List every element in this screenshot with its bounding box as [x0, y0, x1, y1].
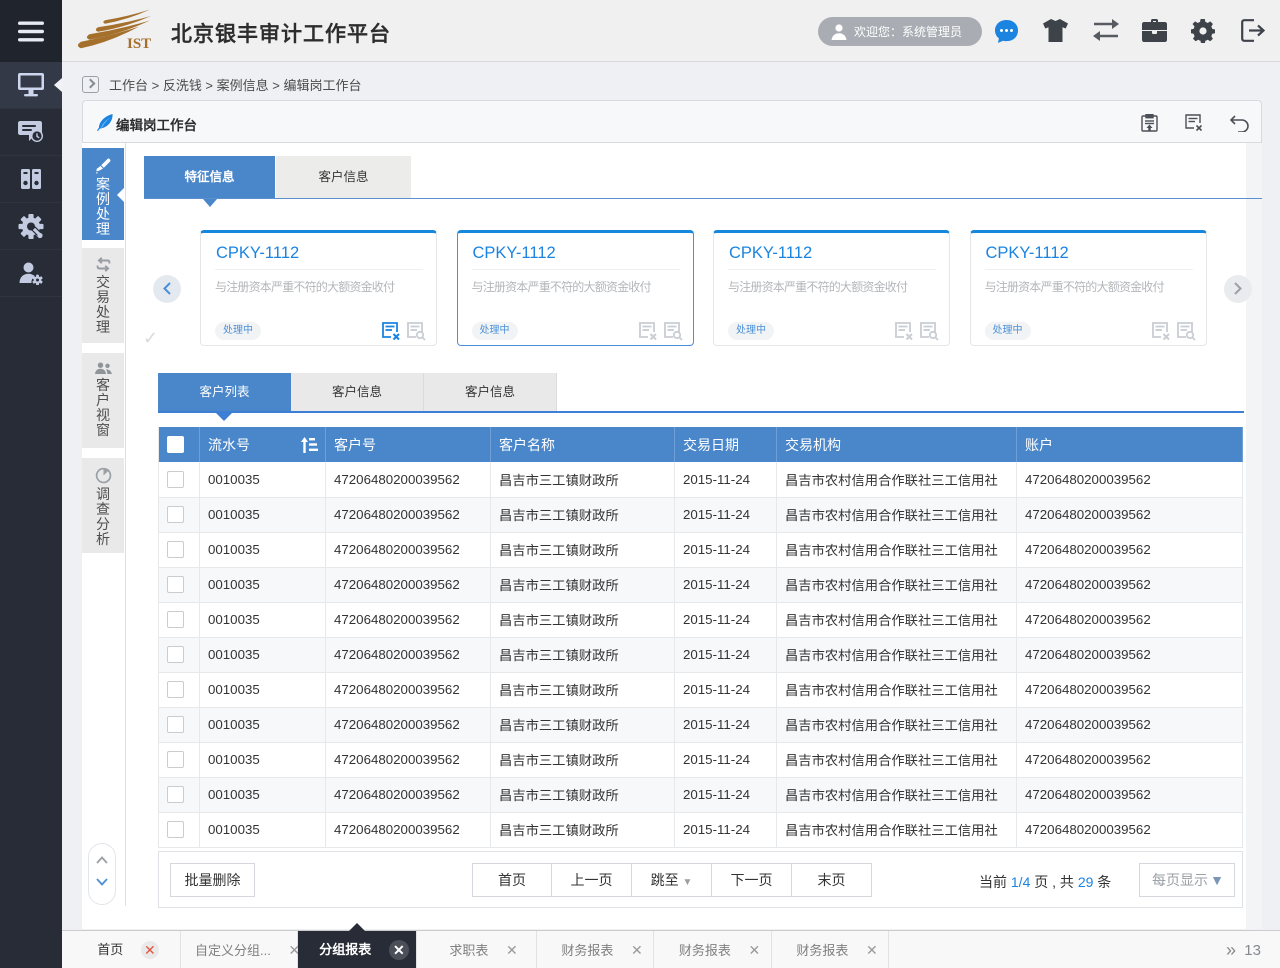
svg-text:IST: IST [127, 36, 151, 52]
